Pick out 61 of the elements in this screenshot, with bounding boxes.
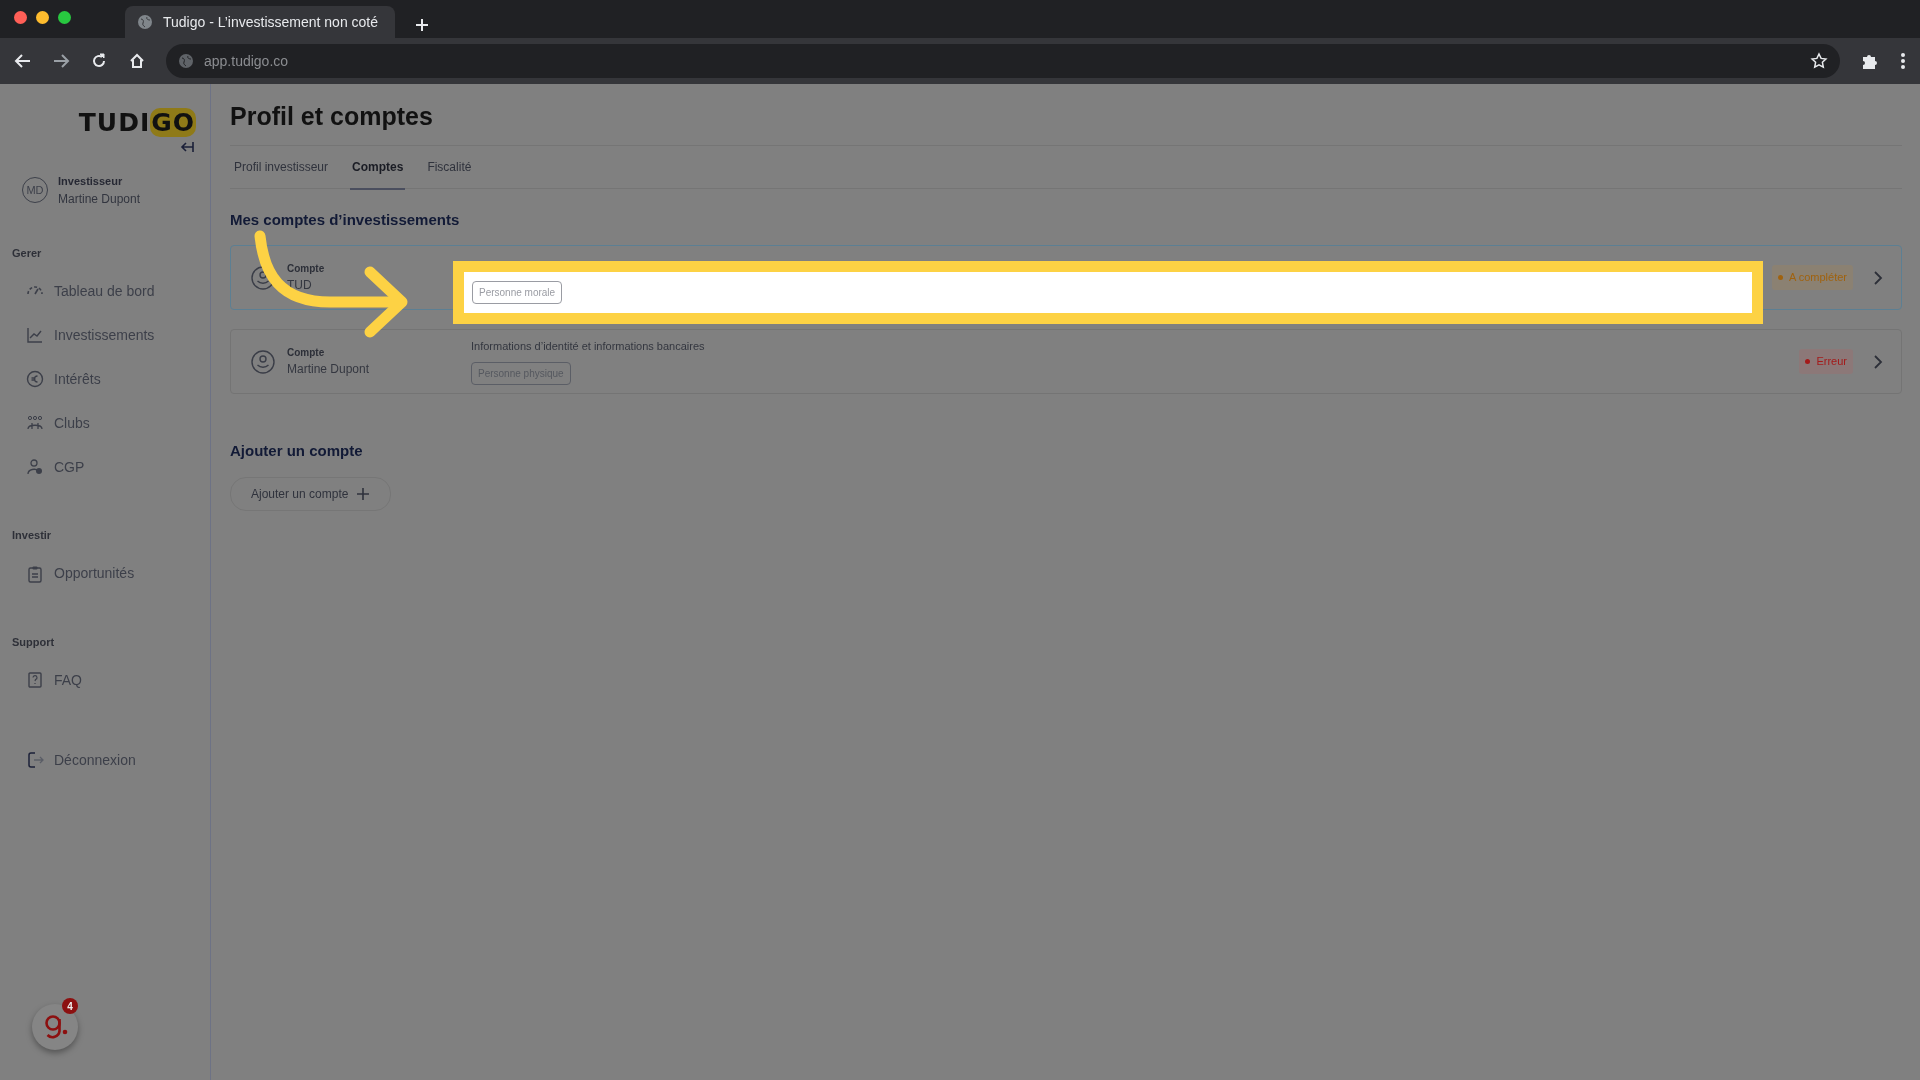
help-icon bbox=[26, 671, 44, 689]
address-bar[interactable]: app.tudigo.co bbox=[166, 44, 1840, 78]
sidebar-item[interactable]: Tableau de bord bbox=[12, 269, 198, 313]
section-title: Investir bbox=[12, 528, 53, 543]
url-text: app.tudigo.co bbox=[204, 51, 289, 71]
tab[interactable]: Comptes bbox=[350, 145, 406, 190]
chart-icon bbox=[26, 326, 44, 344]
user-icon bbox=[251, 265, 275, 290]
sidebar-item[interactable]: FAQ bbox=[12, 658, 198, 702]
person-icon bbox=[26, 458, 44, 476]
user-name: Martine Dupont bbox=[58, 190, 141, 208]
user-icon bbox=[251, 349, 275, 374]
account-label: Compte bbox=[287, 346, 326, 360]
notification-badge: 4 bbox=[62, 998, 78, 1014]
window-control-icon[interactable] bbox=[36, 11, 49, 24]
g-logo-icon bbox=[42, 1013, 68, 1041]
forward-icon[interactable] bbox=[52, 52, 70, 70]
back-icon[interactable] bbox=[14, 52, 32, 70]
clipboard-icon bbox=[26, 564, 44, 583]
status-badge: Erreur bbox=[1799, 349, 1853, 374]
sidebar-item[interactable]: Intérêts bbox=[12, 357, 198, 401]
chevron-right-icon[interactable] bbox=[1873, 354, 1883, 369]
help-widget[interactable] bbox=[32, 1004, 78, 1050]
window-control-icon[interactable] bbox=[58, 11, 71, 24]
status-badge: A compléter bbox=[1771, 265, 1853, 290]
section-heading: Ajouter un compte bbox=[230, 441, 364, 461]
account-name: Martine Dupont bbox=[287, 361, 370, 378]
page-title: Profil et comptes bbox=[230, 101, 434, 132]
plus-icon bbox=[415, 18, 429, 33]
sidebar-item[interactable]: Clubs bbox=[12, 401, 198, 445]
user-role: Investisseur bbox=[58, 174, 124, 189]
account-label: Compte bbox=[287, 262, 325, 276]
more-icon[interactable] bbox=[1900, 52, 1906, 70]
section-title: Support bbox=[12, 634, 56, 650]
account-type-tag: Personne morale bbox=[472, 281, 563, 304]
logout-icon bbox=[26, 751, 44, 769]
window-control-icon[interactable] bbox=[14, 11, 27, 24]
sidebar-item[interactable]: Investissements bbox=[12, 313, 198, 357]
tab[interactable]: Profil investisseur bbox=[232, 145, 331, 190]
star-icon[interactable] bbox=[1810, 52, 1828, 70]
chevron-right-icon[interactable] bbox=[1873, 270, 1883, 285]
collapse-icon[interactable] bbox=[180, 141, 194, 153]
sidebar-item[interactable]: CGP bbox=[12, 445, 198, 489]
section-heading: Mes comptes d’investissements bbox=[230, 209, 461, 230]
globe-icon bbox=[137, 14, 153, 30]
reload-icon[interactable] bbox=[90, 52, 108, 70]
tab-title: Tudigo - L’investissement non coté bbox=[163, 12, 379, 32]
sidebar-item[interactable]: Opportunités bbox=[12, 551, 198, 596]
section-title: Gerer bbox=[12, 245, 43, 261]
logo[interactable]: TUDIGO bbox=[78, 110, 196, 135]
logout-link[interactable]: Déconnexion bbox=[12, 738, 198, 782]
people-icon bbox=[26, 414, 44, 432]
add-account-button[interactable]: Ajouter un compte bbox=[230, 476, 392, 511]
globe-icon bbox=[178, 53, 194, 69]
account-info: Informations d’identité et informations bancaires bbox=[471, 339, 705, 355]
plus-icon bbox=[356, 486, 371, 501]
home-icon[interactable] bbox=[128, 52, 146, 70]
euro-icon bbox=[26, 370, 44, 388]
account-name: TUD bbox=[287, 277, 313, 294]
browser-tab[interactable]: Tudigo - L’investissement non coté bbox=[125, 6, 395, 38]
tab[interactable]: Fiscalité bbox=[425, 145, 474, 190]
